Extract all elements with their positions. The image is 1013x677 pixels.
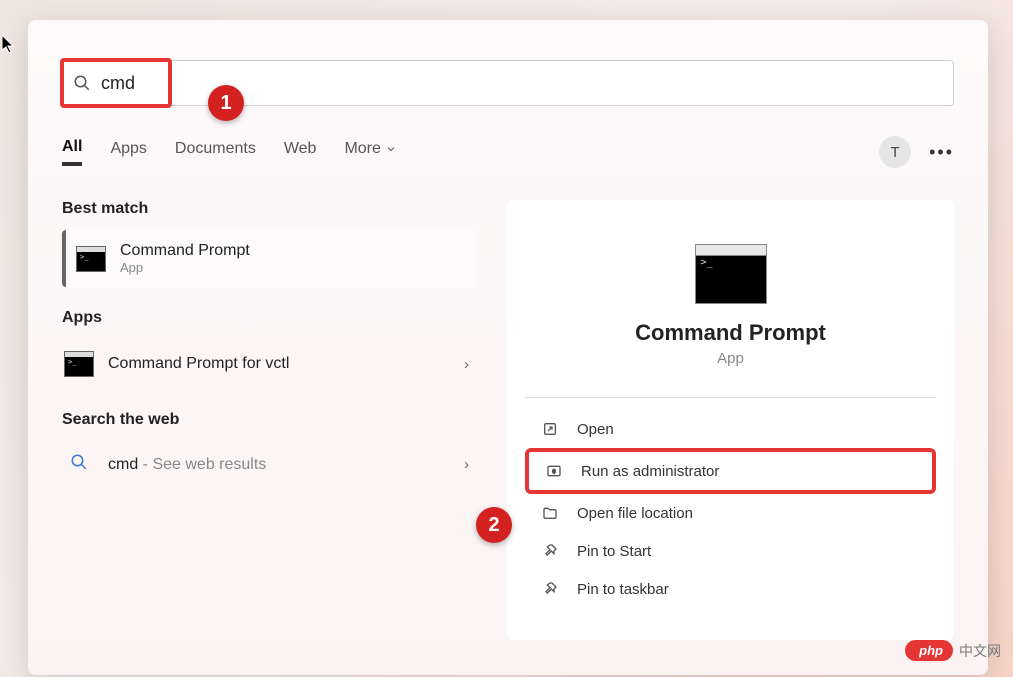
preview-title: Command Prompt: [525, 320, 936, 346]
best-match-title: Command Prompt: [120, 242, 250, 260]
chevron-right-icon: ›: [464, 356, 469, 373]
watermark-text: 中文网: [959, 641, 1001, 661]
search-bar[interactable]: [62, 60, 954, 106]
web-term: cmd: [108, 456, 138, 473]
header-right: T •••: [879, 136, 954, 168]
action-open-location-label: Open file location: [577, 505, 693, 522]
action-pin-to-start[interactable]: Pin to Start: [525, 532, 936, 570]
action-pin-to-taskbar[interactable]: Pin to taskbar: [525, 570, 936, 608]
action-run-admin-label: Run as administrator: [581, 463, 719, 480]
web-result-item[interactable]: cmd - See web results ›: [62, 441, 477, 488]
best-match-label: Best match: [62, 200, 477, 218]
command-prompt-icon-large: [695, 244, 767, 304]
action-pin-taskbar-label: Pin to taskbar: [577, 581, 669, 598]
folder-icon: [541, 504, 559, 522]
apps-item-title: Command Prompt for vctl: [108, 355, 289, 373]
chevron-right-icon: ›: [464, 456, 469, 473]
results-column: Best match Command Prompt App Apps Comma…: [62, 200, 477, 640]
search-input[interactable]: [101, 73, 301, 94]
shield-admin-icon: [545, 462, 563, 480]
tab-all[interactable]: All: [62, 138, 82, 166]
tab-apps[interactable]: Apps: [110, 140, 146, 164]
search-icon: [64, 453, 94, 476]
watermark: php 中文网: [905, 640, 1001, 661]
tab-more[interactable]: More: [344, 140, 396, 164]
action-open-file-location[interactable]: Open file location: [525, 494, 936, 532]
search-icon: [73, 74, 91, 92]
open-icon: [541, 420, 559, 438]
action-open[interactable]: Open: [525, 410, 936, 448]
watermark-badge: php: [905, 640, 953, 661]
best-match-item[interactable]: Command Prompt App: [62, 230, 477, 287]
preview-sub: App: [525, 350, 936, 367]
action-run-as-admin[interactable]: Run as administrator: [525, 448, 936, 494]
pin-icon: [541, 580, 559, 598]
action-open-label: Open: [577, 421, 614, 438]
chevron-down-icon: [385, 143, 397, 155]
divider: [525, 397, 936, 398]
apps-result-item[interactable]: Command Prompt for vctl ›: [62, 339, 477, 389]
tab-web[interactable]: Web: [284, 140, 317, 164]
action-pin-start-label: Pin to Start: [577, 543, 651, 560]
web-item-text: cmd - See web results: [108, 456, 266, 474]
annotation-badge-1: 1: [208, 85, 244, 121]
search-window: 1 All Apps Documents Web More T ••• Best…: [28, 20, 988, 675]
content-area: Best match Command Prompt App Apps Comma…: [28, 200, 988, 640]
tab-more-label: More: [344, 140, 380, 158]
preview-panel: Command Prompt App Open Run as administr…: [507, 200, 954, 640]
web-section-label: Search the web: [62, 411, 477, 429]
tabs-row: All Apps Documents Web More T •••: [62, 136, 954, 168]
web-suffix: - See web results: [138, 456, 266, 473]
annotation-badge-2: 2: [476, 507, 512, 543]
more-options-button[interactable]: •••: [929, 142, 954, 163]
user-avatar[interactable]: T: [879, 136, 911, 168]
filter-tabs: All Apps Documents Web More: [62, 138, 397, 166]
apps-section-label: Apps: [62, 309, 477, 327]
best-match-sub: App: [120, 260, 250, 275]
mouse-cursor-icon: [2, 35, 16, 55]
tab-documents[interactable]: Documents: [175, 140, 256, 164]
command-prompt-icon: [76, 246, 106, 272]
command-prompt-icon: [64, 351, 94, 377]
pin-icon: [541, 542, 559, 560]
best-match-text: Command Prompt App: [120, 242, 250, 275]
